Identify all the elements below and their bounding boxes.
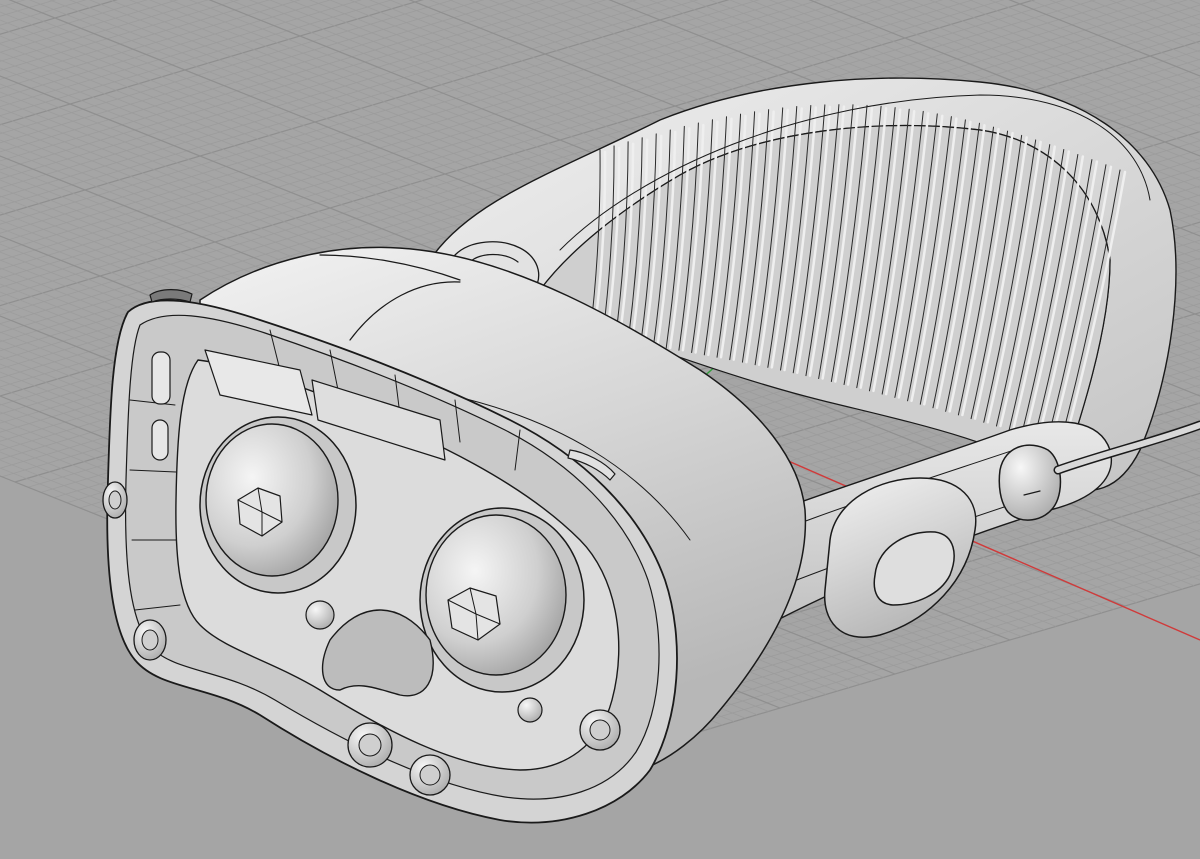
camera-module bbox=[102, 481, 128, 519]
camera-module bbox=[579, 709, 621, 751]
left-lens[interactable] bbox=[199, 416, 357, 594]
right-lens[interactable] bbox=[419, 507, 585, 693]
viewport-canvas[interactable] bbox=[0, 0, 1200, 859]
camera-module bbox=[305, 600, 335, 630]
camera-module bbox=[517, 697, 543, 723]
camera-module bbox=[409, 754, 451, 796]
rhino-perspective-viewport[interactable] bbox=[0, 0, 1200, 859]
camera-module bbox=[133, 619, 167, 661]
power-connector[interactable] bbox=[998, 444, 1062, 521]
seal-slot-1 bbox=[151, 351, 171, 405]
camera-module bbox=[347, 722, 393, 768]
headset-model[interactable] bbox=[102, 77, 1200, 824]
seal-slot-2 bbox=[151, 419, 169, 461]
